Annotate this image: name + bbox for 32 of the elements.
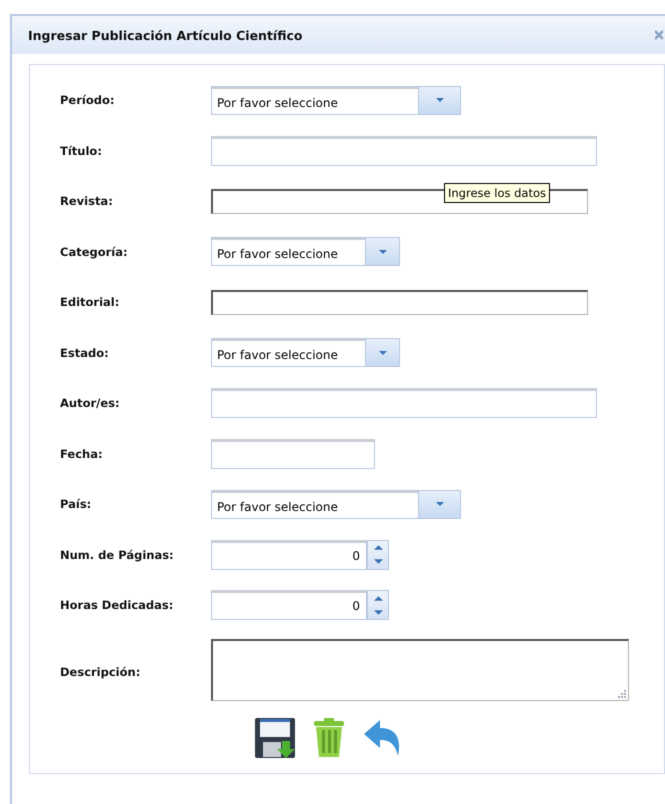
dropdown-arrow-icon xyxy=(378,350,386,355)
dropdown[interactable]: Por favor seleccione xyxy=(211,86,461,115)
dropdown[interactable]: Por favor seleccione xyxy=(211,237,400,266)
close-icon[interactable] xyxy=(655,30,663,40)
window-title: Ingresar Publicación Artículo Científico xyxy=(28,28,302,42)
field-label: Autor/es: xyxy=(59,396,121,410)
spin-up-icon[interactable] xyxy=(374,596,382,601)
trash-can-icon[interactable] xyxy=(312,718,346,758)
dropdown-arrow-icon xyxy=(436,502,444,506)
text-area[interactable] xyxy=(211,638,629,700)
field-label: Estado: xyxy=(59,346,110,360)
spin-down-icon[interactable] xyxy=(374,610,382,615)
dropdown[interactable]: Por favor seleccione xyxy=(211,338,400,368)
spin-down-icon[interactable] xyxy=(374,559,382,564)
dropdown-arrow-icon xyxy=(378,250,386,254)
field-label: Descripción: xyxy=(59,664,142,678)
tooltip: Ingrese los datos xyxy=(444,182,550,203)
field-label: Horas Dedicadas: xyxy=(59,598,174,612)
field-label: Editorial: xyxy=(59,295,120,310)
spin-up-icon[interactable] xyxy=(374,545,382,550)
field-label: Fecha: xyxy=(59,446,104,461)
field-label: Num. de Páginas: xyxy=(59,548,175,562)
input-field[interactable] xyxy=(211,290,588,315)
dropdown-arrow-icon xyxy=(436,98,444,102)
undo-arrow-icon[interactable] xyxy=(362,718,402,758)
field-label: País: xyxy=(59,497,92,512)
resize-grip-icon[interactable] xyxy=(618,690,626,698)
field-label: Título: xyxy=(59,144,103,158)
field-label: Revista: xyxy=(59,194,114,208)
field-label: Período: xyxy=(59,93,116,108)
field-label: Categoría: xyxy=(59,244,129,259)
dropdown[interactable]: Por favor seleccione xyxy=(211,490,461,519)
